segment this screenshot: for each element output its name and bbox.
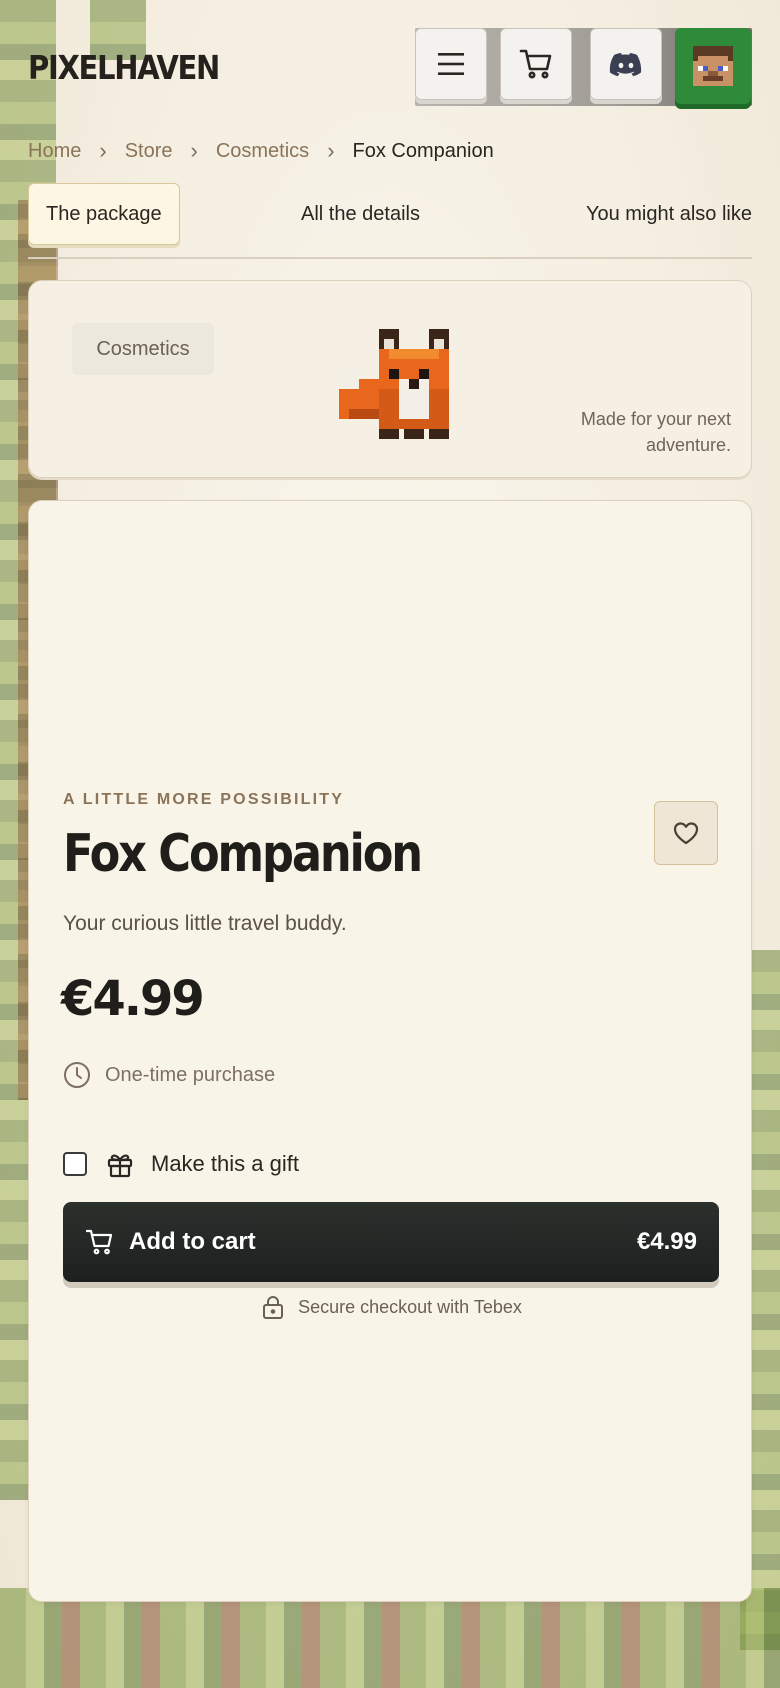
gift-label[interactable]: Make this a gift	[151, 1151, 299, 1177]
clock-icon	[64, 1062, 90, 1088]
fox-companion-image	[339, 329, 449, 439]
breadcrumb-home[interactable]: Home	[28, 140, 81, 163]
breadcrumb-current: Fox Companion	[352, 139, 494, 162]
discord-icon	[609, 53, 642, 77]
product-tabs: The package All the details You might al…	[28, 183, 752, 259]
discord-button[interactable]	[590, 28, 662, 100]
cart-button[interactable]	[500, 28, 572, 100]
site-header: PIXELHAVEN	[0, 28, 780, 108]
secure-checkout-text: Secure checkout with Tebex	[298, 1296, 522, 1317]
chevron-right-icon: ›	[327, 138, 335, 163]
product-title: Fox Companion	[63, 824, 423, 884]
menu-button[interactable]	[415, 28, 487, 100]
menu-icon	[438, 53, 464, 75]
product-price: €4.99	[61, 971, 205, 1027]
secure-checkout-note: Secure checkout with Tebex	[29, 1294, 753, 1320]
tab-all-the-details[interactable]: All the details	[301, 183, 420, 245]
product-detail-card: A LITTLE MORE POSSIBILITY Fox Companion …	[28, 500, 752, 1602]
account-avatar-button[interactable]	[675, 28, 751, 104]
product-subtitle: Your curious little travel buddy.	[63, 912, 347, 935]
tab-you-might-also-like[interactable]: You might also like	[586, 183, 752, 245]
gift-icon	[107, 1154, 133, 1178]
heart-icon	[673, 822, 699, 845]
gift-checkbox[interactable]	[63, 1152, 87, 1176]
cart-icon	[85, 1229, 113, 1255]
add-to-cart-price: €4.99	[636, 1228, 697, 1255]
breadcrumb-cosmetics[interactable]: Cosmetics	[216, 140, 309, 163]
category-badge[interactable]: Cosmetics	[72, 323, 214, 375]
lock-icon	[263, 1296, 284, 1319]
add-to-cart-button[interactable]: Add to cart €4.99	[63, 1202, 719, 1282]
cart-icon	[519, 49, 552, 79]
add-to-cart-label: Add to cart	[129, 1228, 256, 1255]
gift-option: Make this a gift	[63, 1149, 299, 1179]
breadcrumb-store[interactable]: Store	[125, 140, 173, 163]
tab-the-package[interactable]: The package	[28, 183, 180, 245]
purchase-type-label: One-time purchase	[105, 1063, 276, 1086]
breadcrumb: Home › Store › Cosmetics › Fox Companion	[28, 138, 494, 164]
hero-tagline: Made for your next adventure.	[580, 409, 731, 455]
chevron-right-icon: ›	[190, 138, 198, 163]
avatar-icon	[693, 46, 733, 86]
purchase-type: One-time purchase	[63, 1061, 275, 1089]
product-hero-card: Cosmetics Made for your next adventure.	[28, 280, 752, 478]
chevron-right-icon: ›	[99, 138, 107, 163]
product-eyebrow: A LITTLE MORE POSSIBILITY	[63, 791, 345, 808]
site-logo[interactable]: PIXELHAVEN	[28, 48, 220, 87]
favorite-button[interactable]	[654, 801, 718, 865]
